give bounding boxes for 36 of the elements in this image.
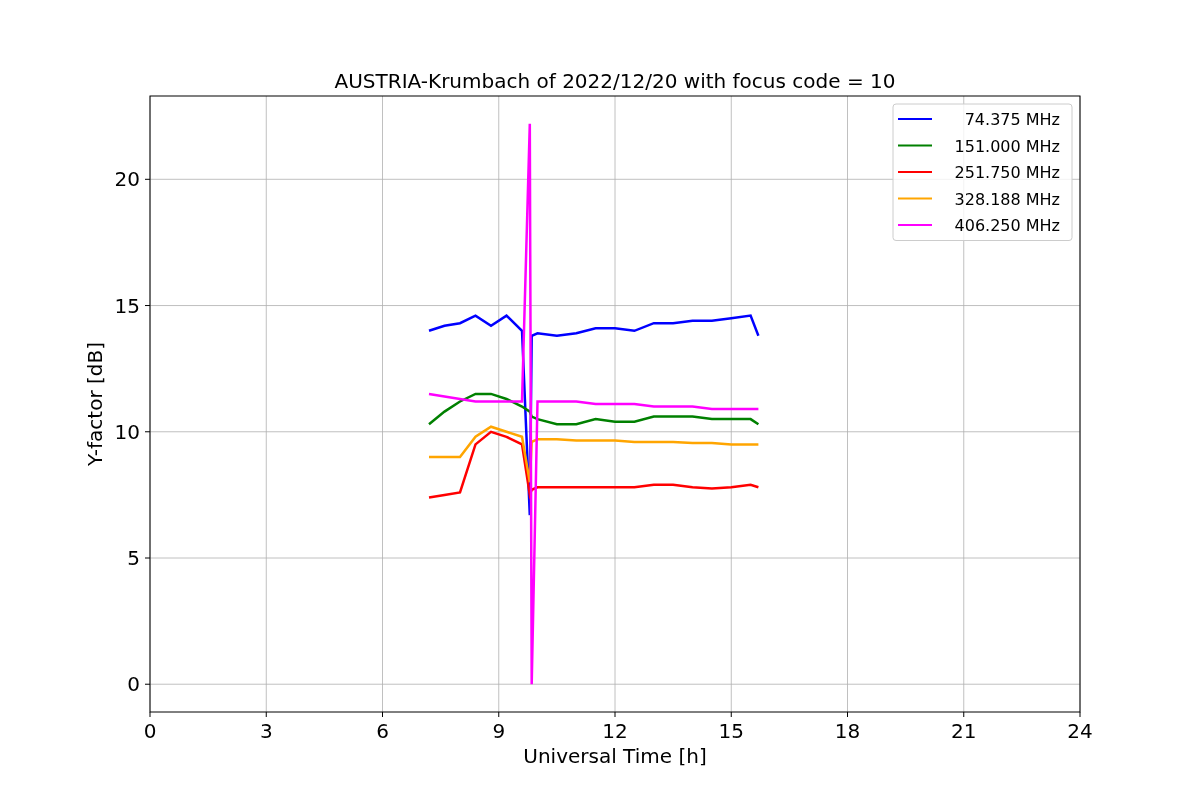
x-tick-label: 21 [951,719,977,743]
x-tick-label: 0 [143,719,157,743]
legend-label: 251.750 MHz [954,163,1060,182]
y-tick-label: 15 [114,293,140,318]
x-tick-label: 24 [1067,719,1093,743]
x-tick [847,711,848,718]
x-tick [963,711,965,718]
chart-title: AUSTRIA-Krumbach of 2022/12/20 with focus code = 10 [334,69,896,93]
y-tick [144,683,151,685]
x-tick-label: 15 [718,719,744,743]
y-tick-label: 5 [127,546,140,570]
y-tick [144,557,151,559]
y-axis-label: Y-factor [dB] [83,342,107,466]
y-tick-label: 0 [127,672,140,697]
x-tick-label: 6 [376,719,389,743]
x-tick-label: 12 [602,719,628,743]
x-tick-label: 3 [259,719,273,743]
x-tick [614,711,616,718]
x-tick [498,711,500,718]
x-tick [149,711,151,718]
x-axis-label: Universal Time [h] [523,744,707,768]
x-tick-label: 18 [834,719,861,743]
y-tick [144,178,151,180]
y-tick [144,305,151,307]
x-tick-label: 9 [492,719,506,743]
y-tick-label: 20 [114,167,140,192]
x-tick [382,711,383,718]
x-tick [1079,711,1081,718]
legend-label: 328.188 MHz [954,189,1060,209]
legend-label: 151.000 MHz [954,136,1060,156]
legend-label: 74.375 MHz [964,110,1060,129]
y-tick-label: 10 [114,419,140,444]
y-tick [144,431,151,433]
legend-label: 406.250 MHz [954,216,1060,235]
x-tick [730,711,732,718]
x-tick [265,711,267,718]
